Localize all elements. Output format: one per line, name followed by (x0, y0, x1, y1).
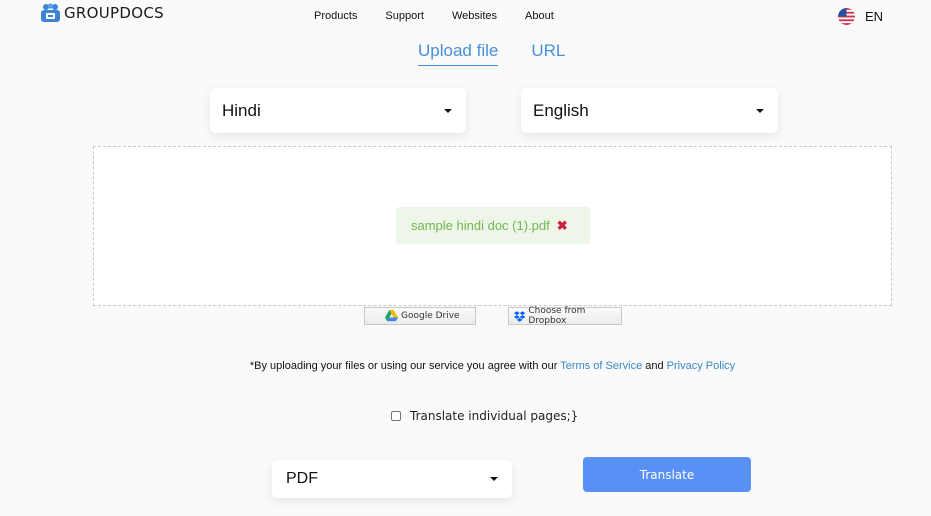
privacy-policy-link[interactable]: Privacy Policy (667, 360, 735, 372)
individual-pages-option: Translate individual pages;} (391, 409, 578, 423)
language-code: EN (865, 9, 884, 24)
remove-file-icon[interactable]: ✖ (557, 218, 568, 234)
main-nav: Products Support Websites About (314, 10, 582, 22)
nav-about[interactable]: About (525, 10, 554, 22)
uploaded-file-chip: sample hindi doc (1).pdf ✖ (396, 207, 590, 244)
google-drive-label: Google Drive (401, 311, 460, 321)
individual-pages-label[interactable]: Translate individual pages;} (410, 409, 578, 423)
caret-down-icon (756, 108, 764, 113)
logo[interactable]: GROUPDOCS (40, 3, 164, 23)
terms-of-service-link[interactable]: Terms of Service (560, 360, 642, 372)
dropbox-icon (514, 310, 526, 322)
us-flag-icon (838, 8, 855, 25)
caret-down-icon (444, 108, 452, 113)
header: GROUPDOCS Products Support Websites Abou… (0, 0, 931, 34)
target-language-select[interactable]: English (521, 88, 778, 133)
uploaded-file-name: sample hindi doc (1).pdf (411, 218, 550, 233)
google-drive-button[interactable]: Google Drive (364, 307, 476, 325)
target-language-value: English (533, 100, 589, 120)
individual-pages-checkbox[interactable] (391, 411, 401, 421)
brand-name: GROUPDOCS (64, 4, 164, 22)
tab-upload-file[interactable]: Upload file (418, 41, 499, 66)
tab-url[interactable]: URL (531, 41, 565, 66)
nav-products[interactable]: Products (314, 10, 357, 22)
translate-button[interactable]: Translate (583, 457, 751, 492)
google-drive-icon (385, 310, 398, 322)
nav-support[interactable]: Support (385, 10, 424, 22)
dropbox-button[interactable]: Choose from Dropbox (508, 306, 622, 326)
nav-websites[interactable]: Websites (452, 10, 497, 22)
output-format-select[interactable]: PDF (272, 460, 512, 498)
terms-prefix: *By uploading your files or using our se… (249, 360, 561, 372)
terms-and: and (642, 360, 667, 372)
caret-down-icon (490, 477, 498, 481)
output-format-value: PDF (286, 470, 318, 487)
terms-notice: *By uploading your files or using our se… (0, 360, 931, 372)
source-language-select[interactable]: Hindi (210, 88, 466, 133)
source-language-value: Hindi (222, 100, 261, 120)
groupdocs-logo-icon (41, 3, 60, 22)
dropbox-label: Choose from Dropbox (528, 306, 586, 326)
upload-tabs: Upload file URL (418, 41, 565, 66)
language-selector[interactable]: EN (838, 8, 883, 25)
